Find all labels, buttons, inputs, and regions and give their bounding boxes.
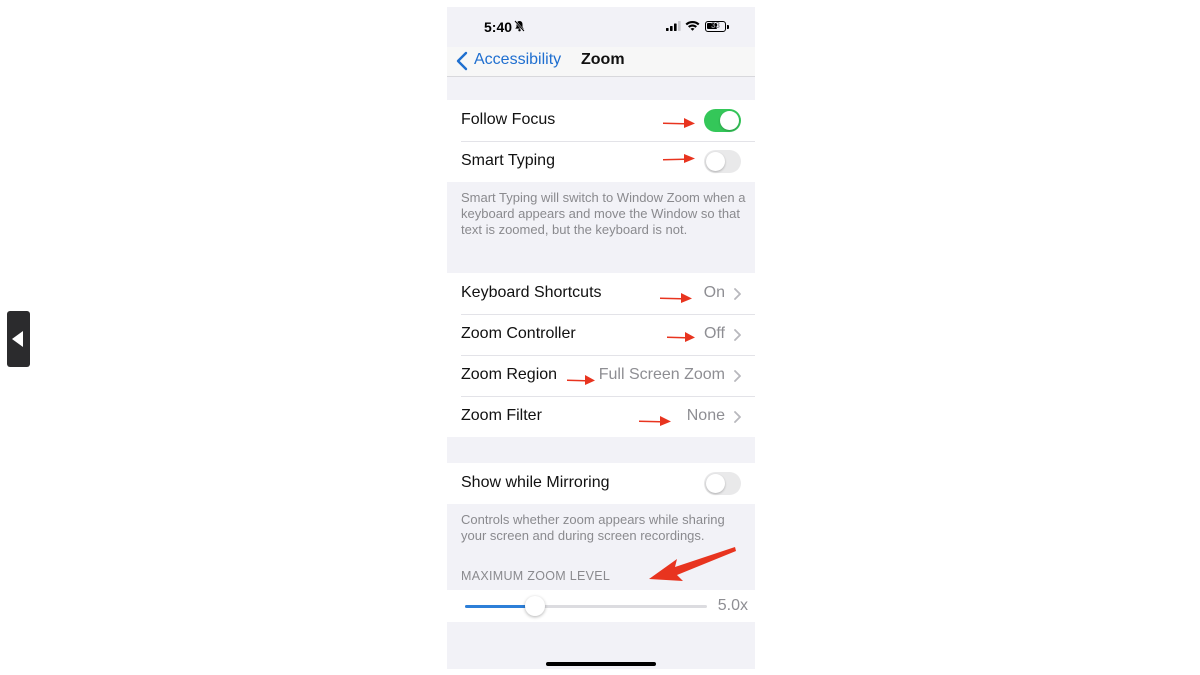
- page-title: Zoom: [581, 51, 625, 68]
- phone-screen: 5:40 33 Accessibility Zoom Follow Focus …: [447, 7, 755, 669]
- row-label: Zoom Controller: [461, 325, 576, 342]
- bell-slash-icon: [514, 20, 525, 32]
- smart-typing-toggle[interactable]: [704, 150, 741, 173]
- row-zoom-region[interactable]: Zoom Region Full Screen Zoom: [447, 355, 755, 396]
- show-while-mirroring-toggle[interactable]: [704, 472, 741, 495]
- battery-icon: 33: [705, 21, 726, 32]
- side-collapse-tab[interactable]: [7, 311, 30, 367]
- row-zoom-filter[interactable]: Zoom Filter None: [447, 396, 755, 437]
- focus-settings-group: Follow Focus Smart Typing: [447, 100, 755, 182]
- mirroring-group: Show while Mirroring: [447, 463, 755, 504]
- row-label: Follow Focus: [461, 111, 556, 128]
- follow-focus-toggle[interactable]: [704, 109, 741, 132]
- row-follow-focus[interactable]: Follow Focus: [447, 100, 755, 141]
- chevron-right-icon: [734, 370, 741, 382]
- max-zoom-value: 5.0x: [717, 597, 748, 614]
- row-label: Zoom Filter: [461, 407, 542, 424]
- chevron-right-icon: [734, 288, 741, 300]
- status-bar: 5:40 33: [447, 7, 755, 47]
- row-zoom-controller[interactable]: Zoom Controller Off: [447, 314, 755, 355]
- row-value: None: [686, 407, 725, 424]
- zoom-options-group: Keyboard Shortcuts On Zoom Controller Of…: [447, 273, 755, 437]
- row-label: Show while Mirroring: [461, 474, 610, 491]
- mirroring-footnote: Controls whether zoom appears while shar…: [461, 512, 725, 543]
- wifi-icon: [685, 20, 700, 31]
- annotation-arrow-icon: [663, 154, 695, 163]
- slider-thumb[interactable]: [525, 596, 546, 616]
- chevron-right-icon: [734, 329, 741, 341]
- back-button[interactable]: Accessibility: [474, 51, 561, 69]
- chevron-right-icon: [734, 411, 741, 423]
- smart-typing-footnote: Smart Typing will switch to Window Zoom …: [461, 190, 746, 237]
- row-value: Off: [703, 325, 725, 342]
- battery-cap: [727, 25, 729, 29]
- row-value: Full Screen Zoom: [598, 366, 725, 383]
- max-zoom-slider[interactable]: [465, 605, 707, 608]
- home-indicator: [546, 662, 656, 666]
- triangle-left-icon: [12, 331, 23, 347]
- max-zoom-slider-row: 5.0x: [447, 590, 755, 622]
- row-label: Zoom Region: [461, 366, 558, 383]
- navigation-bar: Accessibility Zoom: [447, 47, 755, 77]
- annotation-arrow-icon: [649, 547, 736, 581]
- row-keyboard-shortcuts[interactable]: Keyboard Shortcuts On: [447, 273, 755, 314]
- row-value: On: [703, 284, 725, 301]
- chevron-left-icon[interactable]: [456, 51, 468, 71]
- annotation-arrow-icon: [639, 416, 671, 426]
- annotation-arrow-icon: [667, 332, 695, 342]
- annotation-arrow-icon: [567, 375, 595, 385]
- annotation-arrow-icon: [660, 293, 692, 303]
- row-show-while-mirroring[interactable]: Show while Mirroring: [447, 463, 755, 504]
- row-label: Smart Typing: [461, 152, 555, 169]
- row-label: Keyboard Shortcuts: [461, 284, 602, 301]
- status-time: 5:40: [484, 19, 513, 35]
- cellular-signal-icon: [666, 21, 681, 31]
- annotation-arrow-icon: [663, 118, 695, 128]
- row-smart-typing[interactable]: Smart Typing: [447, 141, 755, 182]
- battery-percent: 33: [711, 21, 720, 30]
- max-zoom-header: MAXIMUM ZOOM LEVEL: [461, 569, 611, 583]
